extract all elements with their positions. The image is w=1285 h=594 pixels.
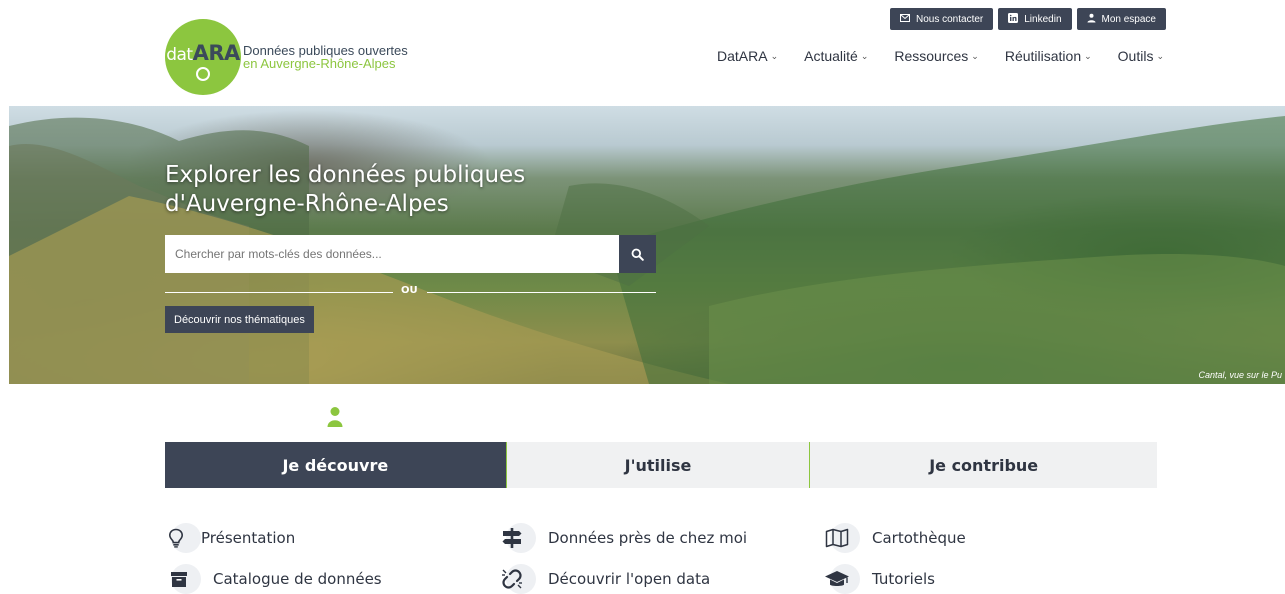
link-presentation[interactable]: Présentation: [165, 523, 295, 553]
or-label: OU: [401, 285, 418, 296]
mail-icon: [899, 14, 910, 24]
hero-title-line-1: Explorer les données publiques: [165, 162, 526, 188]
search-input[interactable]: [165, 235, 615, 273]
search-icon: [631, 248, 644, 261]
link-label: Présentation: [201, 529, 296, 547]
link-label: Tutoriels: [872, 570, 935, 588]
link-label: Données près de chez moi: [548, 529, 748, 547]
photo-caption: Cantal, vue sur le Pu: [1198, 370, 1282, 380]
datara-logo[interactable]: datARA: [165, 19, 241, 95]
divider-line: [165, 292, 393, 293]
chevron-down-icon: ⌄: [770, 50, 779, 61]
link-cartotheque[interactable]: Cartothèque: [824, 523, 966, 553]
link-tutoriels[interactable]: Tutoriels: [824, 564, 935, 594]
nav-item-actualite[interactable]: Actualité ⌄: [804, 48, 868, 64]
top-utility-bar: Nous contacter Linkedin Mon espace: [889, 8, 1166, 30]
logo-text-dat: dat: [166, 45, 193, 65]
site-header: datARA Données publiques ouvertes en Auv…: [0, 0, 1285, 106]
main-nav: DatARA ⌄ Actualité ⌄ Ressources ⌄ Réutilisa…: [717, 48, 1190, 64]
brand-line-2: en Auvergne-Rhône-Alpes: [243, 56, 396, 71]
chevron-down-icon: ⌄: [971, 50, 979, 61]
chevron-down-icon: ⌄: [1156, 50, 1164, 61]
hero-title: Explorer les données publiques d'Auvergn…: [165, 161, 525, 219]
nav-item-outils[interactable]: Outils ⌄: [1118, 48, 1164, 64]
or-separator: OU: [165, 285, 656, 299]
link-label: Cartothèque: [872, 529, 966, 547]
nav-label: DatARA: [717, 48, 768, 64]
linkedin-button[interactable]: Linkedin: [998, 8, 1072, 30]
discover-themes-button[interactable]: Découvrir nos thématiques: [165, 306, 314, 333]
nav-label: Actualité: [804, 48, 858, 64]
brand-tagline[interactable]: Données publiques ouvertes en Auvergne-R…: [243, 44, 408, 70]
link-label: Découvrir l'open data: [548, 570, 711, 588]
tab-je-contribue[interactable]: Je contribue: [809, 442, 1157, 488]
tab-j-utilise[interactable]: J'utilise: [505, 442, 810, 488]
contact-button[interactable]: Nous contacter: [889, 8, 994, 30]
user-icon: [327, 407, 343, 427]
search-button[interactable]: [619, 235, 656, 273]
graduation-cap-icon: [824, 564, 862, 594]
link-catalogue[interactable]: Catalogue de données: [165, 564, 382, 594]
nav-label: Outils: [1117, 48, 1154, 64]
hero-title-line-2: d'Auvergne-Rhône-Alpes: [165, 191, 449, 217]
audience-tabs: Je découvre J'utilise Je contribue: [165, 442, 1157, 488]
contact-button-label: Nous contacter: [915, 13, 984, 25]
signpost-icon: [500, 523, 538, 553]
logo-ring-icon: [196, 67, 210, 81]
hero-banner: Explorer les données publiques d'Auvergn…: [9, 106, 1285, 384]
lightbulb-icon: [165, 523, 203, 553]
broken-link-icon: [500, 564, 538, 594]
nav-item-datara[interactable]: DatARA ⌄: [717, 48, 778, 64]
nav-label: Ressources: [894, 48, 969, 64]
chevron-down-icon: ⌄: [860, 50, 869, 61]
linkedin-icon: [1008, 13, 1019, 25]
search-box: [165, 235, 619, 273]
tab-je-decouvre[interactable]: Je découvre: [165, 442, 506, 488]
map-icon: [824, 523, 862, 553]
nav-item-ressources[interactable]: Ressources ⌄: [894, 48, 978, 64]
my-space-button-label: Mon espace: [1101, 13, 1156, 25]
link-label: Catalogue de données: [213, 570, 382, 588]
logo-text-ara: ARA: [192, 41, 241, 65]
linkedin-button-label: Linkedin: [1024, 13, 1062, 25]
my-space-button[interactable]: Mon espace: [1076, 8, 1166, 30]
nav-item-reutilisation[interactable]: Réutilisation ⌄: [1005, 48, 1092, 64]
nav-label: Réutilisation: [1004, 48, 1082, 64]
link-donnees-pres-de-chez-moi[interactable]: Données près de chez moi: [500, 523, 747, 553]
chevron-down-icon: ⌄: [1084, 50, 1092, 61]
archive-box-icon: [165, 564, 203, 594]
user-icon: [1087, 13, 1096, 25]
divider-line: [427, 292, 656, 293]
link-decouvrir-open-data[interactable]: Découvrir l'open data: [500, 564, 710, 594]
